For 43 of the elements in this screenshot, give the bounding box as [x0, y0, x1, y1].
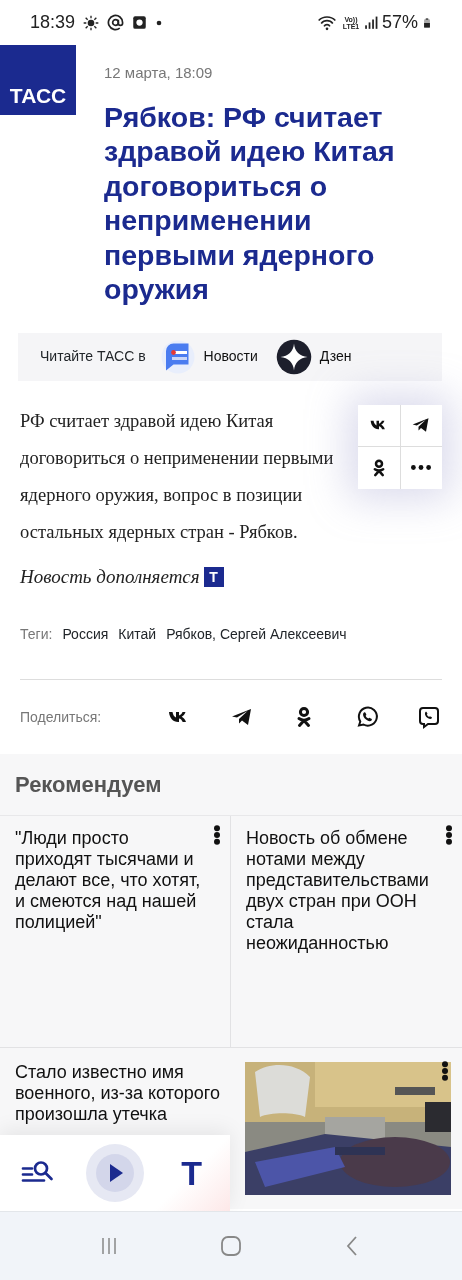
tag-link[interactable]: Россия [62, 624, 109, 645]
share-label: Поделиться: [20, 707, 103, 727]
lead-paragraph: РФ считает здравой идею Китая договориться о неприменении первыми ядерного оружия, вопрос в позиции остальных ядерных стран - Рябков. [20, 409, 335, 544]
more-button[interactable] [442, 1058, 448, 1082]
search-menu-button[interactable] [0, 1135, 77, 1211]
battery-level: 57% [381, 11, 418, 34]
share-button[interactable] [358, 447, 400, 489]
phone-bubble-icon [416, 705, 441, 729]
section-title: Рекомендуем [15, 771, 163, 799]
service-link[interactable]: Новости [159, 338, 258, 375]
letter-badge: Т [203, 566, 224, 587]
logo[interactable]: ТАСС [0, 45, 76, 115]
star-logo-icon [275, 338, 312, 375]
kebab-icon [442, 1060, 448, 1081]
share-button[interactable] [400, 404, 442, 446]
news-app-icon [159, 338, 196, 375]
more-button[interactable] [446, 824, 452, 846]
more-icon [411, 465, 432, 471]
headline: Рябков: РФ считает здравой идею Китая договориться о неприменении первыми ядерного оружия [104, 99, 396, 307]
article-link[interactable]: Новость об обмене нотами между представительствами двух стран при ООН стала неожиданностью [246, 828, 438, 954]
kebab-icon [446, 825, 452, 846]
tags-label: Теги: [20, 625, 53, 644]
service-link[interactable]: Дзен [275, 338, 352, 375]
dot-icon [155, 18, 164, 27]
read-in-label: Читайте ТАСС в [40, 347, 146, 366]
article-link[interactable]: Стало известно имя военного, из-за которого произошла утечка [15, 1062, 237, 1125]
logo-button[interactable]: Т [153, 1135, 230, 1211]
share-button[interactable] [358, 404, 400, 446]
sun-icon [83, 14, 100, 31]
tag-link[interactable]: Рябков, Сергей Алексеевич [166, 624, 347, 645]
clock: 18:39 [30, 11, 76, 34]
home-icon [219, 1234, 243, 1259]
update-note: Новость дополняется [20, 564, 200, 589]
nav-button[interactable] [219, 1233, 243, 1259]
date: 12 марта, 18:09 [104, 63, 214, 83]
signal-icon [363, 14, 378, 31]
article-link[interactable]: "Люди просто приходят тысячами и делают все, что хотят, и смеются над нашей полицией" [15, 828, 206, 933]
tag-link[interactable]: Китай [118, 624, 157, 645]
at-sign-icon [107, 14, 125, 31]
kebab-icon [214, 825, 220, 846]
share-button[interactable] [400, 447, 442, 489]
clock-app-icon [132, 15, 148, 30]
more-button[interactable] [214, 824, 220, 846]
